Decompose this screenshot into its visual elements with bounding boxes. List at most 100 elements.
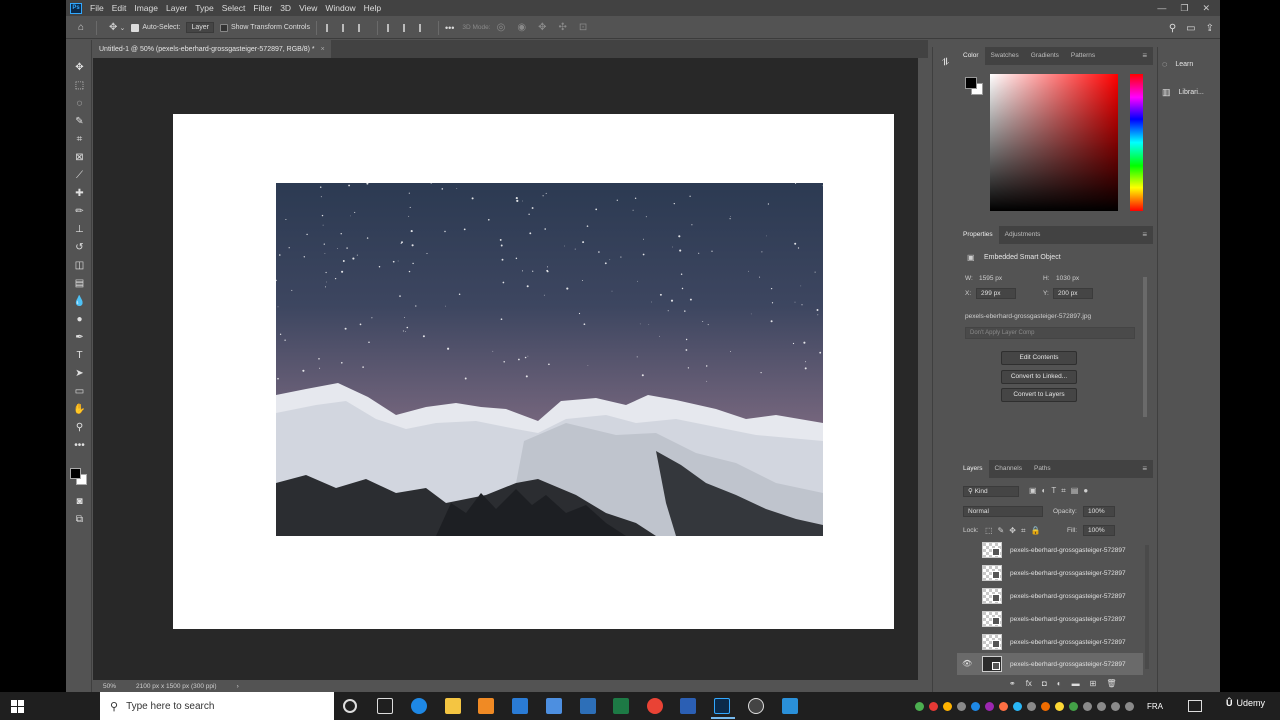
- type-tool-icon[interactable]: T: [73, 350, 86, 362]
- link-layers-icon[interactable]: ⚭: [1009, 679, 1016, 689]
- app-icon[interactable]: [546, 698, 562, 714]
- app-icon[interactable]: [748, 698, 764, 714]
- align-right-icon[interactable]: [357, 23, 368, 32]
- visibility-toggle[interactable]: [962, 568, 972, 578]
- edit-contents-button[interactable]: Edit Contents: [1001, 351, 1077, 365]
- chevron-down-icon[interactable]: ⌄: [119, 24, 125, 32]
- color-field[interactable]: [990, 74, 1118, 211]
- dodge-tool-icon[interactable]: ●: [73, 314, 86, 326]
- menu-3d[interactable]: 3D: [276, 3, 295, 13]
- tray-app-icon[interactable]: [929, 701, 938, 711]
- visibility-toggle[interactable]: [962, 545, 972, 555]
- marquee-tool-icon[interactable]: ⬚: [73, 80, 86, 92]
- adjustment-layer-icon[interactable]: ◐: [1057, 679, 1062, 689]
- layer-name[interactable]: pexels-eberhard-grossgasteiger-572897: [1010, 547, 1126, 554]
- layer-name[interactable]: pexels-eberhard-grossgasteiger-572897: [1010, 593, 1126, 600]
- 3d-roll-icon[interactable]: ◉: [517, 22, 526, 33]
- app-icon[interactable]: [782, 698, 798, 714]
- close-tab-icon[interactable]: ×: [321, 46, 325, 53]
- task-view-icon[interactable]: [377, 698, 393, 714]
- add-mask-icon[interactable]: ◘: [1042, 679, 1047, 689]
- document-tab[interactable]: Untitled-1 @ 50% (pexels-eberhard-grossg…: [93, 40, 331, 58]
- hand-tool-icon[interactable]: ✋: [73, 404, 86, 416]
- restore-icon[interactable]: ❐: [1180, 3, 1188, 14]
- tab-gradients[interactable]: Gradients: [1025, 47, 1065, 65]
- gradient-tool-icon[interactable]: ▤: [73, 278, 86, 290]
- menu-type[interactable]: Type: [191, 3, 217, 13]
- panel-menu-icon[interactable]: ≡: [1142, 51, 1147, 60]
- eye-icon[interactable]: 👁: [962, 659, 972, 669]
- y-position-field[interactable]: 200 px: [1053, 288, 1093, 299]
- visibility-toggle[interactable]: [962, 591, 972, 601]
- layer-row[interactable]: pexels-eberhard-grossgasteiger-572897: [957, 539, 1143, 561]
- blur-tool-icon[interactable]: 💧: [73, 296, 86, 308]
- new-layer-icon[interactable]: ⊞: [1090, 679, 1097, 689]
- tray-app-icon[interactable]: [1013, 701, 1022, 711]
- foreground-color-swatch[interactable]: [70, 468, 81, 479]
- workspace-icon[interactable]: ▭: [1186, 23, 1195, 34]
- tray-app-icon[interactable]: [915, 701, 924, 711]
- frame-tool-icon[interactable]: ⊠: [73, 152, 86, 164]
- 3d-pan-icon[interactable]: ✥: [538, 22, 546, 33]
- tab-layers[interactable]: Layers: [957, 460, 989, 478]
- transform-controls-checkbox[interactable]: [219, 23, 228, 32]
- layer-style-icon[interactable]: fx: [1026, 679, 1032, 689]
- layer-row[interactable]: pexels-eberhard-grossgasteiger-572897: [957, 562, 1143, 584]
- document-canvas[interactable]: [173, 114, 894, 629]
- screen-mode-icon[interactable]: ⧉: [73, 514, 86, 526]
- 3d-orbit-icon[interactable]: ◎: [497, 22, 506, 33]
- tab-paths[interactable]: Paths: [1028, 460, 1057, 478]
- cortana-icon[interactable]: [343, 699, 357, 713]
- canvas-area[interactable]: [93, 58, 918, 680]
- height-value[interactable]: 1030 px: [1056, 275, 1079, 282]
- layer-comp-field[interactable]: Don't Apply Layer Comp: [965, 327, 1135, 339]
- tray-app-icon[interactable]: [1027, 701, 1036, 711]
- tray-app-icon[interactable]: [985, 701, 994, 711]
- learn-panel-button[interactable]: ◌ Learn: [1162, 59, 1193, 69]
- mail-icon[interactable]: [512, 698, 528, 714]
- tray-app-icon[interactable]: [1069, 701, 1078, 711]
- more-tools-icon[interactable]: •••: [73, 440, 86, 452]
- taskbar-search[interactable]: ⚲ Type here to search: [100, 692, 334, 720]
- tab-color[interactable]: Color: [957, 47, 985, 65]
- align-center-icon[interactable]: [341, 23, 352, 32]
- network-icon[interactable]: [1083, 701, 1092, 711]
- layer-row-selected[interactable]: 👁 pexels-eberhard-grossgasteiger-572897: [957, 653, 1143, 675]
- minimize-icon[interactable]: —: [1157, 3, 1166, 13]
- share-icon[interactable]: ⇪: [1206, 23, 1214, 34]
- search-icon[interactable]: ⚲: [1169, 23, 1176, 34]
- width-value[interactable]: 1595 px: [979, 275, 1002, 282]
- visibility-toggle[interactable]: [962, 637, 972, 647]
- convert-to-layers-button[interactable]: Convert to Layers: [1001, 388, 1077, 402]
- canvas-scrollbar[interactable]: [918, 58, 928, 680]
- new-group-icon[interactable]: ▬: [1072, 679, 1080, 689]
- photoshop-taskbar-icon[interactable]: [711, 698, 735, 719]
- menu-window[interactable]: Window: [321, 3, 359, 13]
- path-select-tool-icon[interactable]: ➤: [73, 368, 86, 380]
- chrome-icon[interactable]: [647, 698, 663, 714]
- layer-row[interactable]: pexels-eberhard-grossgasteiger-572897: [957, 608, 1143, 630]
- layer-name[interactable]: pexels-eberhard-grossgasteiger-572897: [1010, 570, 1126, 577]
- edge-icon[interactable]: [411, 698, 427, 714]
- layer-row[interactable]: pexels-eberhard-grossgasteiger-572897: [957, 631, 1143, 653]
- pen-tool-icon[interactable]: ✒: [73, 332, 86, 344]
- menu-file[interactable]: File: [86, 3, 108, 13]
- close-icon[interactable]: ✕: [1202, 3, 1210, 14]
- battery-icon[interactable]: [1111, 701, 1120, 711]
- healing-brush-icon[interactable]: ✚: [73, 188, 86, 200]
- eraser-tool-icon[interactable]: ◫: [73, 260, 86, 272]
- opacity-field[interactable]: 100%: [1083, 506, 1115, 517]
- lock-icons[interactable]: ⬚✎✥⌗🔒: [985, 526, 1045, 536]
- tab-channels[interactable]: Channels: [989, 460, 1028, 478]
- tab-swatches[interactable]: Swatches: [985, 47, 1025, 65]
- tray-app-icon[interactable]: [1041, 701, 1050, 711]
- photoshop-logo[interactable]: Ps: [70, 2, 82, 14]
- notifications-icon[interactable]: [1188, 700, 1202, 712]
- volume-icon[interactable]: [1097, 701, 1106, 711]
- excel-icon[interactable]: [613, 698, 629, 714]
- align-top-icon[interactable]: [386, 23, 397, 32]
- tray-app-icon[interactable]: [1055, 701, 1064, 711]
- quick-select-tool-icon[interactable]: ✎: [73, 116, 86, 128]
- 3d-slide-icon[interactable]: ✣: [558, 22, 566, 33]
- layer-name[interactable]: pexels-eberhard-grossgasteiger-572897: [1010, 639, 1126, 646]
